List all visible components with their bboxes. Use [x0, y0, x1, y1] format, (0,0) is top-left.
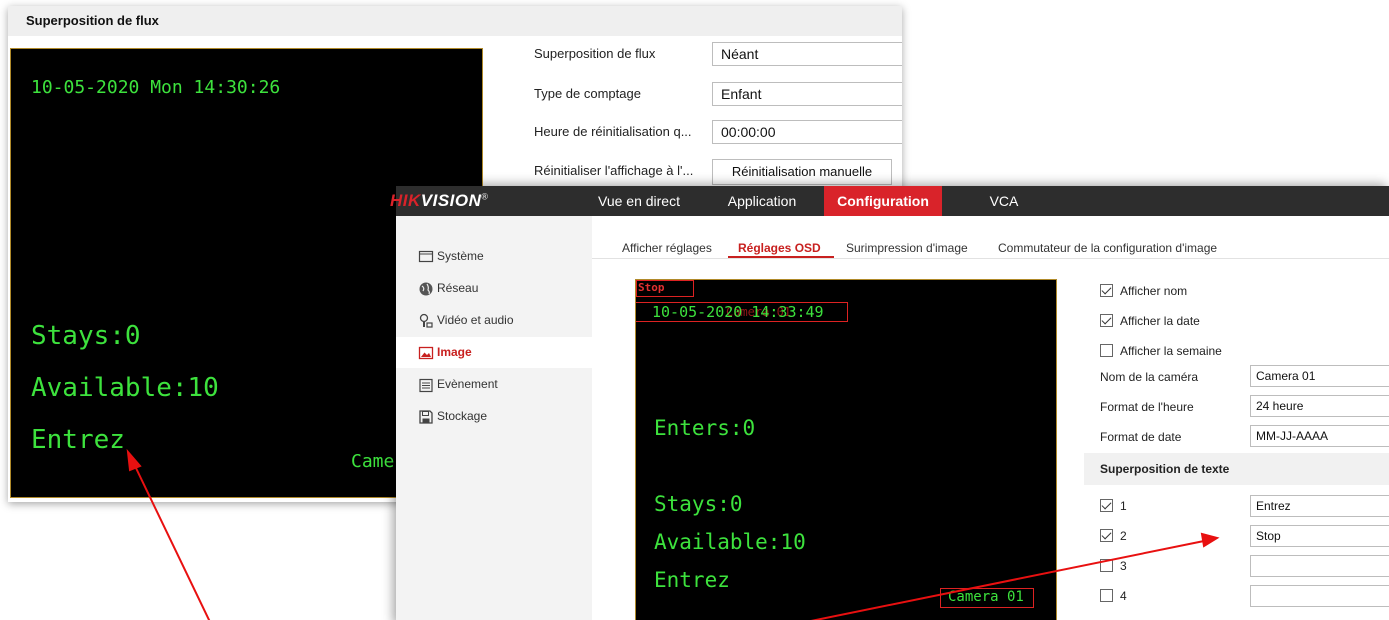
sidebar-item-label: Image [437, 345, 472, 359]
text-overlay-checkbox[interactable] [1100, 529, 1113, 542]
text-overlay-input[interactable]: Stop [1250, 525, 1389, 547]
time-format-row: Format de l'heure 24 heure [1084, 395, 1389, 417]
text-overlay-row: 1 Entrez [1084, 495, 1389, 517]
camera-name-label: Nom de la caméra [1100, 370, 1199, 384]
sidebar-item-event[interactable]: Evènement [396, 369, 592, 400]
show-name-label: Afficher nom [1120, 284, 1188, 298]
reset-display-row: Réinitialiser l'affichage à l'... Réinit… [532, 159, 902, 185]
nav-application[interactable]: Application [712, 186, 812, 216]
text-overlay-row: 4 [1084, 585, 1389, 607]
count-type-row: Type de comptage Enfant [532, 82, 902, 106]
text-overlay-input[interactable] [1250, 585, 1389, 607]
show-name-checkbox[interactable] [1100, 284, 1113, 297]
osd-camera-text: Came [351, 451, 395, 472]
text-overlay-input[interactable]: Entrez [1250, 495, 1389, 517]
time-format-select[interactable]: 24 heure [1250, 395, 1389, 417]
overlay-label: Superposition de flux [534, 46, 656, 61]
config-sidebar: Système Réseau Vidéo et audio Image Evèn… [396, 216, 592, 620]
camera-name-row: Nom de la caméra Camera 01 [1084, 365, 1389, 387]
camera-name-input[interactable]: Camera 01 [1250, 365, 1389, 387]
overlay-row: Superposition de flux Néant [532, 42, 902, 66]
calendar-icon [419, 378, 433, 393]
date-format-label: Format de date [1100, 430, 1182, 444]
text-overlay-number: 4 [1120, 589, 1127, 603]
image-icon [418, 346, 434, 360]
reset-time-row: Heure de réinitialisation q... 00:00:00 [532, 120, 902, 144]
osd-stays-text: Stays:0 [654, 492, 743, 516]
tab-display-settings[interactable]: Afficher réglages [622, 241, 712, 255]
osd-camera-text: Camera 01 [948, 589, 1024, 605]
text-overlay-number: 3 [1120, 559, 1127, 573]
active-tab-underline [728, 256, 834, 258]
osd-stop-text: Stop [638, 281, 665, 294]
osd-entrez-text: Entrez [654, 568, 730, 592]
monitor-icon [418, 250, 434, 263]
sidebar-item-image[interactable]: Image [396, 337, 592, 368]
nav-vca[interactable]: VCA [974, 186, 1034, 216]
manual-reset-button[interactable]: Réinitialisation manuelle [712, 159, 892, 185]
floppy-icon [419, 410, 433, 424]
text-overlay-number: 1 [1120, 499, 1127, 513]
sidebar-item-label: Evènement [437, 377, 498, 391]
osd-stays-text: Stays:0 [31, 321, 141, 351]
osd-enters-text: Enters:0 [654, 416, 756, 440]
show-name-row[interactable]: Afficher nom [1084, 281, 1384, 301]
globe-icon [419, 282, 433, 296]
show-date-label: Afficher la date [1120, 314, 1200, 328]
sidebar-item-system[interactable]: Système [396, 241, 592, 272]
osd-available-text: Available:10 [31, 373, 219, 403]
sidebar-item-label: Réseau [437, 281, 479, 295]
reset-display-label: Réinitialiser l'affichage à l'... [534, 163, 694, 178]
text-overlay-checkbox[interactable] [1100, 559, 1113, 572]
show-date-checkbox[interactable] [1100, 314, 1113, 327]
date-format-row: Format de date MM-JJ-AAAA [1084, 425, 1389, 447]
sidebar-item-storage[interactable]: Stockage [396, 401, 592, 432]
overlay-select[interactable]: Néant [712, 42, 902, 66]
osd-date-text: 10-05-2020 Mon 14:30:26 [31, 77, 281, 98]
count-type-label: Type de comptage [534, 86, 641, 101]
hikvision-config-window: HIKVISION® Vue en direct Application Con… [390, 186, 1389, 620]
tab-image-config-switch[interactable]: Commutateur de la configuration d'image [998, 241, 1217, 255]
sidebar-item-network[interactable]: Réseau [396, 273, 592, 304]
text-overlay-checkbox[interactable] [1100, 499, 1113, 512]
osd-date-text: 10-05-2020 14:33:49 [652, 303, 824, 321]
sidebar-item-label: Système [437, 249, 484, 263]
show-week-label: Afficher la semaine [1120, 344, 1222, 358]
text-overlay-row: 3 [1084, 555, 1389, 577]
osd-entrez-text: Entrez [31, 425, 125, 455]
nav-configuration[interactable]: Configuration [824, 186, 942, 216]
sidebar-item-label: Vidéo et audio [437, 313, 514, 327]
sidebar-item-video-audio[interactable]: Vidéo et audio [396, 305, 592, 336]
text-overlay-heading: Superposition de texte [1084, 453, 1389, 485]
tab-osd-settings[interactable]: Réglages OSD [738, 241, 821, 255]
tab-image-overlay[interactable]: Surimpression d'image [846, 241, 968, 255]
reset-time-label: Heure de réinitialisation q... [534, 124, 692, 139]
osd-available-text: Available:10 [654, 530, 806, 554]
hikvision-logo: HIKVISION® [390, 191, 489, 210]
mic-camera-icon [419, 313, 433, 328]
show-week-row[interactable]: Afficher la semaine [1084, 341, 1384, 361]
text-overlay-checkbox[interactable] [1100, 589, 1113, 602]
show-week-checkbox[interactable] [1100, 344, 1113, 357]
osd-video-preview[interactable]: Stop Camera 01 10-05-2020 14:33:49 Enter… [635, 279, 1057, 620]
panel-title: Superposition de flux [8, 6, 902, 36]
show-date-row[interactable]: Afficher la date [1084, 311, 1384, 331]
top-navigation-bar: HIKVISION® Vue en direct Application Con… [390, 186, 1389, 216]
text-overlay-input[interactable] [1250, 555, 1389, 577]
sidebar-item-label: Stockage [437, 409, 488, 423]
nav-live-view[interactable]: Vue en direct [584, 186, 694, 216]
sub-tabs: Afficher réglages Réglages OSD Surimpres… [592, 216, 1389, 259]
count-type-select[interactable]: Enfant [712, 82, 902, 106]
text-overlay-row: 2 Stop [1084, 525, 1389, 547]
reset-time-input[interactable]: 00:00:00 [712, 120, 902, 144]
date-format-select[interactable]: MM-JJ-AAAA [1250, 425, 1389, 447]
time-format-label: Format de l'heure [1100, 400, 1194, 414]
text-overlay-number: 2 [1120, 529, 1127, 543]
